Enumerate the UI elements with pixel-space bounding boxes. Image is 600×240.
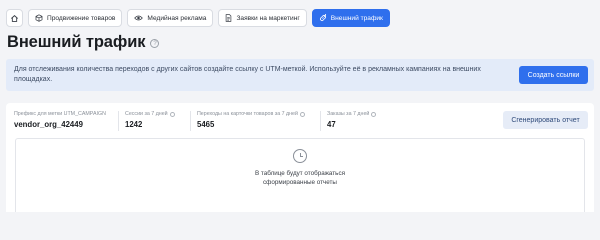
- page-title-text: Внешний трафик: [7, 33, 146, 51]
- reports-table-empty-state: В таблице будут отображаться сформирован…: [15, 138, 585, 212]
- stats-panel: Префикс для метки UTM_CAMPAIGN vendor_or…: [6, 103, 594, 212]
- tab-marketing-requests[interactable]: Заявки на маркетинг: [218, 9, 307, 27]
- info-icon[interactable]: [299, 111, 305, 117]
- stat-label: Сессии за 7 дней: [125, 111, 175, 117]
- tab-label: Медийная реклама: [147, 14, 207, 22]
- banner-text: Для отслеживания количества переходов с …: [14, 66, 481, 83]
- tab-external-traffic[interactable]: Внешний трафик: [311, 9, 390, 27]
- stat-product-visits: Переходы на карточки товаров за 7 дней 5…: [197, 111, 305, 129]
- info-banner: Для отслеживания количества переходов с …: [6, 59, 594, 91]
- eye-icon: [134, 15, 144, 21]
- stat-label-text: Переходы на карточки товаров за 7 дней: [197, 111, 298, 117]
- stat-label: Переходы на карточки товаров за 7 дней: [197, 111, 305, 117]
- clock-icon: [293, 149, 307, 163]
- tab-label: Продвижение товаров: [47, 14, 116, 22]
- stat-orders: Заказы за 7 дней 47: [327, 111, 377, 129]
- tab-media-ads[interactable]: Медийная реклама: [127, 9, 214, 27]
- stat-label: Префикс для метки UTM_CAMPAIGN: [14, 111, 106, 117]
- create-links-button[interactable]: Создать ссылки: [519, 66, 588, 84]
- stat-value: 1242: [125, 120, 143, 129]
- divider: [320, 111, 321, 131]
- tab-label: Внешний трафик: [330, 14, 383, 22]
- stat-label-text: Сессии за 7 дней: [125, 111, 168, 117]
- home-icon: [11, 14, 18, 22]
- top-tabs: Продвижение товаров Медийная реклама Зая…: [6, 9, 390, 27]
- stat-utm-prefix: Префикс для метки UTM_CAMPAIGN vendor_or…: [14, 111, 106, 129]
- info-icon[interactable]: [371, 111, 377, 117]
- stat-value: vendor_org_42449: [14, 120, 83, 129]
- stat-label: Заказы за 7 дней: [327, 111, 377, 117]
- document-icon: [226, 14, 232, 22]
- stat-value: 47: [327, 120, 336, 129]
- divider: [190, 111, 191, 131]
- divider: [118, 111, 119, 131]
- info-icon[interactable]: [169, 111, 175, 117]
- tab-home[interactable]: [6, 9, 23, 27]
- tab-product-promotion[interactable]: Продвижение товаров: [28, 9, 123, 27]
- help-icon[interactable]: ?: [150, 39, 160, 48]
- generate-report-button[interactable]: Сгенерировать отчет: [503, 111, 588, 129]
- stat-label-text: Заказы за 7 дней: [327, 111, 370, 117]
- stat-sessions: Сессии за 7 дней 1242: [125, 111, 175, 129]
- tab-label: Заявки на маркетинг: [236, 14, 300, 22]
- stat-value: 5465: [197, 120, 215, 129]
- link-icon: [319, 14, 326, 21]
- empty-state-text: В таблице будут отображаться сформирован…: [254, 170, 346, 186]
- cube-icon: [35, 14, 43, 22]
- page-title: Внешний трафик ?: [7, 33, 160, 52]
